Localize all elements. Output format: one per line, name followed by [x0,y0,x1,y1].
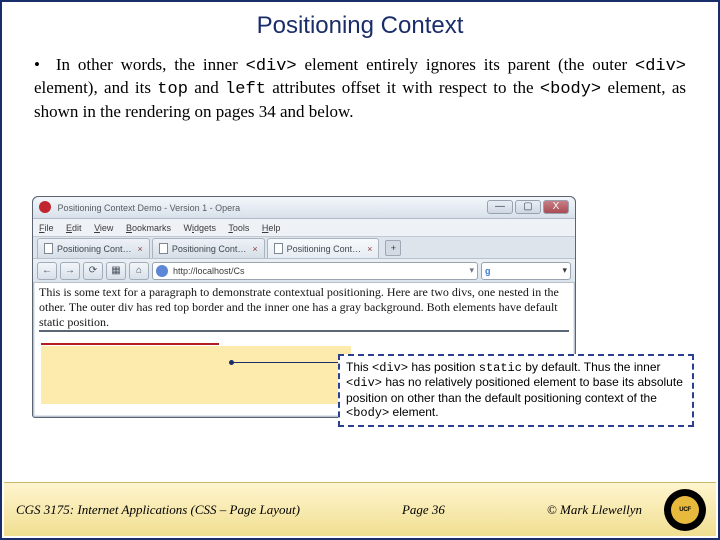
callout-text: has position [408,360,479,374]
tab-close-icon[interactable]: × [252,239,257,259]
nav-home-button[interactable]: ⌂ [129,262,149,280]
browser-tab[interactable]: Positioning Cont… × [37,238,150,258]
window-close-button[interactable]: X [543,200,569,214]
callout-code-static: static [479,361,522,375]
callout-text: This [346,360,372,374]
ucf-logo-text: UCF [671,496,699,524]
menu-file[interactable]: FFileile [39,223,54,233]
browser-tab[interactable]: Positioning Cont…× [267,238,380,258]
browser-toolbar: ← → ⟳ ▦ ⌂ http://localhost/Cs ▾ g▾ [33,259,575,283]
nav-back-button[interactable]: ← [37,262,57,280]
tab-label: Positioning Cont… [57,239,132,259]
browser-tab[interactable]: Positioning Cont…× [152,238,265,258]
bullet-text-3: element), and its [34,78,157,97]
inner-div-gray-box [41,346,351,404]
globe-icon [156,265,168,277]
footer-author: © Mark Llewellyn [533,502,656,518]
browser-tabstrip: Positioning Cont…× Positioning Cont…× Po… [33,237,575,259]
bullet-text-2: element entirely ignores its parent (the… [297,55,635,74]
nav-reload-button[interactable]: ⟳ [83,262,103,280]
callout-text: has no relatively positioned element to … [346,375,683,404]
code-body: <body> [540,80,601,99]
browser-menubar: FFileile Edit View Bookmarks Widgets Too… [33,219,575,237]
search-dropdown-icon[interactable]: ▾ [562,265,567,276]
code-left: left [225,80,266,99]
menu-bookmarks[interactable]: Bookmarks [126,223,171,233]
callout-leader-line [233,362,339,363]
menu-widgets[interactable]: Widgets [184,223,217,233]
footer-page: Page 36 [388,502,459,518]
bullet-text-4: and [188,78,225,97]
nav-forward-button[interactable]: → [60,262,80,280]
new-tab-button[interactable]: + [385,240,401,256]
search-box[interactable]: g▾ [481,262,571,280]
callout-code-body: <body> [346,406,389,420]
code-top: top [157,80,188,99]
window-maximize-button[interactable]: ▢ [515,200,541,214]
callout-text: by default. Thus the inner [522,360,661,374]
browser-titlebar: Positioning Context Demo - Version 1 - O… [33,197,575,219]
page-icon [44,243,53,254]
menu-help[interactable]: Help [262,223,281,233]
tab-label: Positioning Cont… [287,239,362,259]
address-dropdown-icon[interactable]: ▾ [469,265,474,276]
address-text: http://localhost/Cs [173,266,245,276]
callout-text: element. [389,405,438,419]
menu-edit[interactable]: Edit [66,223,82,233]
page-paragraph: This is some text for a paragraph to dem… [39,285,569,332]
outer-div-red-border [41,343,219,345]
menu-view[interactable]: View [94,223,113,233]
page-icon [274,243,283,254]
footer-course: CGS 3175: Internet Applications (CSS – P… [4,502,314,518]
tab-close-icon[interactable]: × [367,239,372,259]
nav-stop-button[interactable]: ▦ [106,262,126,280]
bullet-marker: • [34,54,48,75]
opera-icon [39,201,51,213]
callout-code-div1: <div> [372,361,408,375]
code-div-2: <div> [635,57,686,76]
slide-footer: CGS 3175: Internet Applications (CSS – P… [4,482,716,536]
google-icon: g [485,266,491,276]
callout-code-div2: <div> [346,376,382,390]
address-bar[interactable]: http://localhost/Cs ▾ [152,262,478,280]
bullet-text-1: In other words, the inner [56,55,246,74]
bullet-text-5: attributes offset it with respect to the [266,78,540,97]
annotation-callout: This <div> has position static by defaul… [338,354,694,427]
page-icon [159,243,168,254]
tab-close-icon[interactable]: × [138,239,143,259]
window-title-text: Positioning Context Demo - Version 1 - O… [58,203,241,213]
bullet-paragraph: • In other words, the inner <div> elemen… [2,40,718,122]
menu-tools[interactable]: Tools [228,223,249,233]
slide-title: Positioning Context [2,2,718,40]
window-minimize-button[interactable]: — [487,200,513,214]
ucf-logo: UCF [664,489,706,531]
tab-label: Positioning Cont… [172,239,247,259]
code-div-1: <div> [246,57,297,76]
